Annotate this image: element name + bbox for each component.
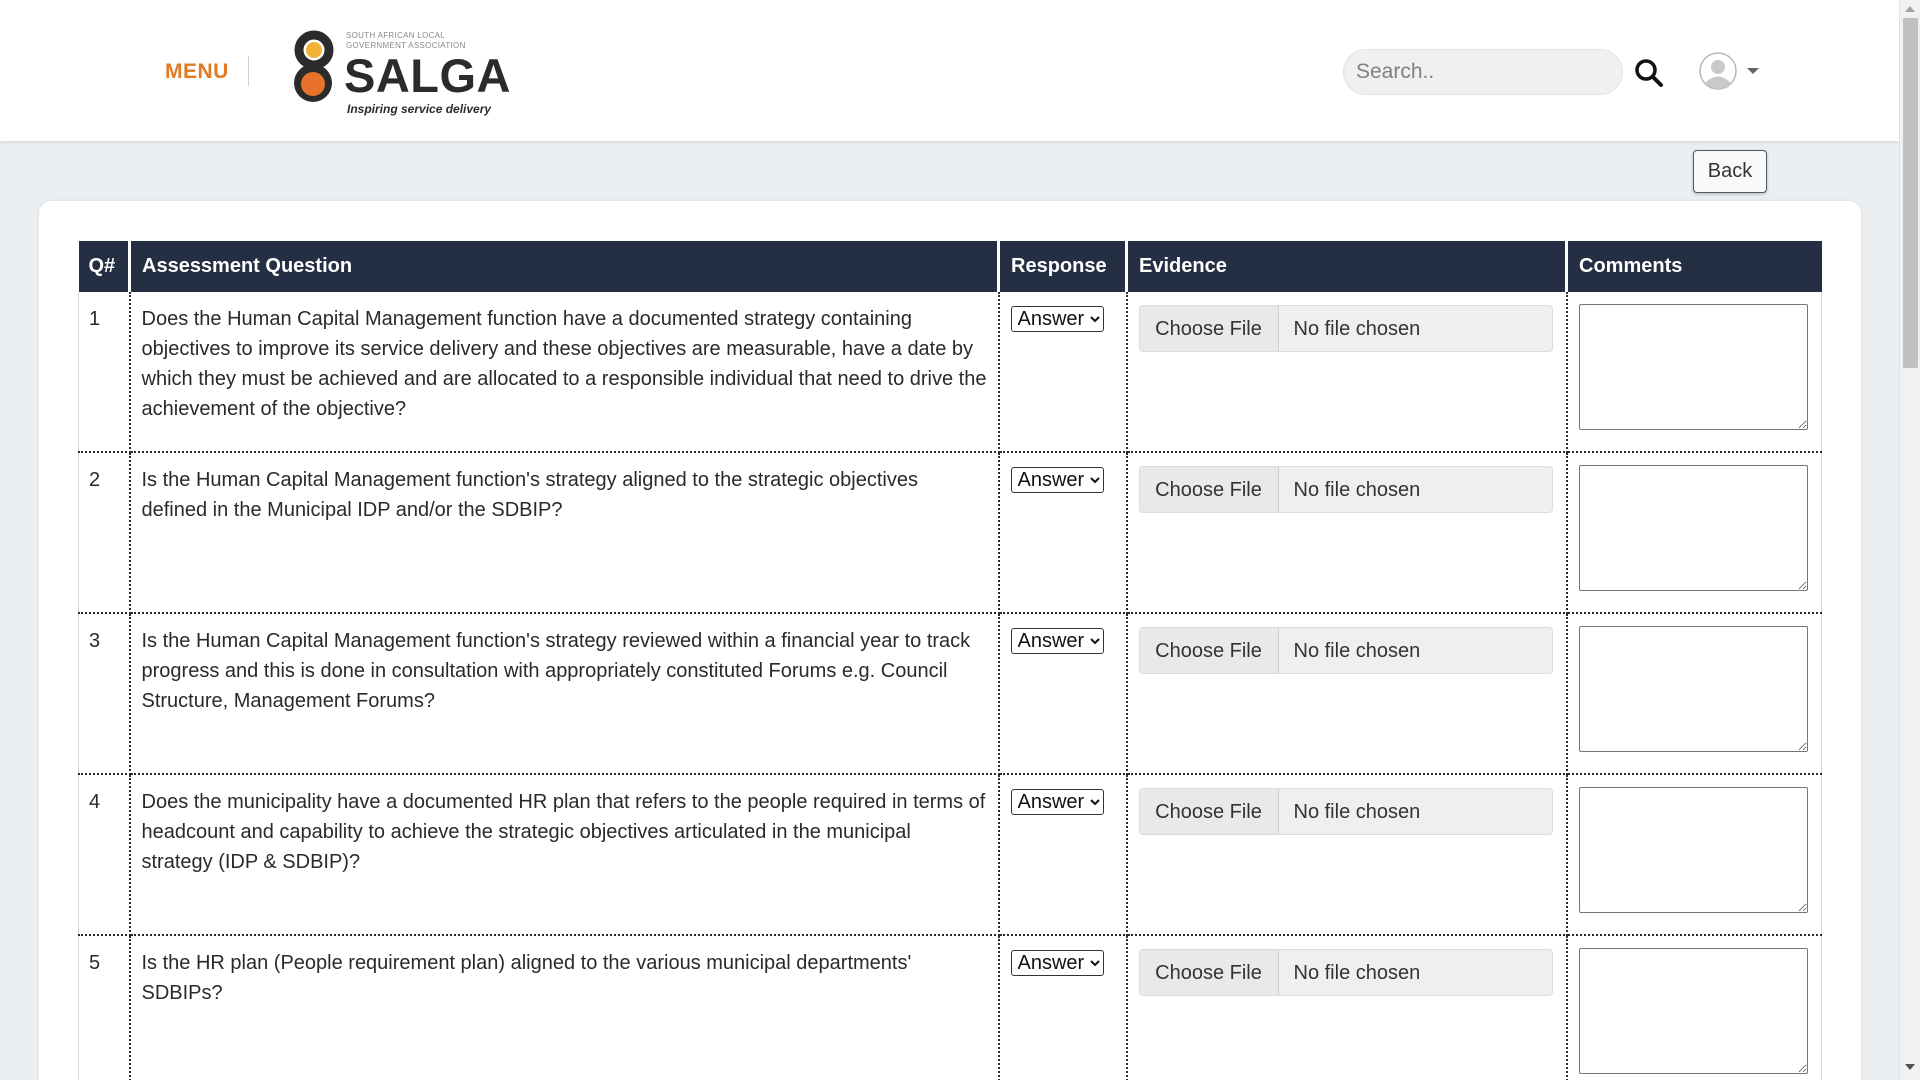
response-select[interactable]: Answer — [1010, 628, 1104, 654]
search-icon[interactable] — [1634, 58, 1664, 88]
file-status-text: No file chosen — [1293, 639, 1421, 662]
evidence-file-input[interactable]: Choose File No file chosen — [1138, 949, 1553, 996]
col-header-question: Assessment Question — [128, 241, 999, 292]
col-header-comments: Comments — [1565, 241, 1822, 292]
table-row: 2 Is the Human Capital Management functi… — [78, 452, 1822, 614]
search-input[interactable] — [1343, 49, 1623, 95]
table-row: 4 Does the municipality have a documente… — [78, 774, 1822, 936]
page-scrollbar[interactable] — [1899, 0, 1920, 1080]
caret-down-icon — [1747, 68, 1759, 74]
question-text: Is the HR plan (People requirement plan)… — [128, 935, 1000, 1080]
comment-textarea[interactable] — [1578, 626, 1808, 752]
col-header-qnum: Q# — [78, 241, 130, 292]
choose-file-button[interactable]: Choose File — [1139, 306, 1279, 351]
file-status-text: No file chosen — [1293, 961, 1421, 984]
logo-wordmark: SALGA — [344, 49, 511, 102]
question-number: 4 — [78, 774, 131, 936]
question-number: 3 — [78, 613, 131, 775]
col-header-evidence: Evidence — [1125, 241, 1567, 292]
question-number: 2 — [78, 452, 131, 614]
choose-file-button[interactable]: Choose File — [1139, 950, 1279, 995]
evidence-file-input[interactable]: Choose File No file chosen — [1138, 627, 1553, 674]
file-status-text: No file chosen — [1293, 800, 1421, 823]
question-text: Is the Human Capital Management function… — [128, 452, 1000, 614]
question-number: 1 — [78, 292, 131, 453]
question-text: Does the municipality have a documented … — [128, 774, 1000, 936]
comment-textarea[interactable] — [1578, 787, 1808, 913]
question-number: 5 — [78, 935, 131, 1080]
table-header-row: Q# Assessment Question Response Evidence… — [78, 241, 1822, 292]
response-select[interactable]: Answer — [1010, 950, 1104, 976]
comment-textarea[interactable] — [1578, 948, 1808, 1074]
question-text: Does the Human Capital Management functi… — [128, 292, 1000, 453]
choose-file-button[interactable]: Choose File — [1139, 467, 1279, 512]
salga-logo[interactable]: SOUTH AFRICAN LOCAL GOVERNMENT ASSOCIATI… — [290, 26, 511, 121]
scroll-up-arrow-icon[interactable] — [1905, 6, 1915, 12]
evidence-file-input[interactable]: Choose File No file chosen — [1138, 466, 1553, 513]
assessment-table: Q# Assessment Question Response Evidence… — [78, 241, 1822, 1080]
evidence-file-input[interactable]: Choose File No file chosen — [1138, 305, 1553, 352]
response-select[interactable]: Answer — [1010, 789, 1104, 815]
col-header-response: Response — [997, 241, 1127, 292]
logo-tagline: Inspiring service delivery — [347, 102, 492, 116]
file-status-text: No file chosen — [1293, 317, 1421, 340]
choose-file-button[interactable]: Choose File — [1139, 789, 1279, 834]
menu-link[interactable]: MENU — [165, 60, 229, 84]
salga-eight-mark-icon — [294, 30, 334, 102]
user-menu[interactable] — [1699, 52, 1763, 92]
file-status-text: No file chosen — [1293, 478, 1421, 501]
response-select[interactable]: Answer — [1010, 306, 1104, 332]
menu-divider — [248, 56, 249, 86]
user-avatar-icon — [1699, 52, 1737, 90]
question-text: Is the Human Capital Management function… — [128, 613, 1000, 775]
top-header: MENU SOUTH AFRICAN LOCAL GOVERNMENT ASSO… — [0, 0, 1899, 141]
table-row: 5 Is the HR plan (People requirement pla… — [78, 935, 1822, 1080]
comment-textarea[interactable] — [1578, 465, 1808, 591]
response-select[interactable]: Answer — [1010, 467, 1104, 493]
back-button[interactable]: Back — [1693, 150, 1767, 193]
choose-file-button[interactable]: Choose File — [1139, 628, 1279, 673]
comment-textarea[interactable] — [1578, 304, 1808, 430]
table-row: 3 Is the Human Capital Management functi… — [78, 613, 1822, 775]
scroll-thumb[interactable] — [1903, 18, 1918, 368]
evidence-file-input[interactable]: Choose File No file chosen — [1138, 788, 1553, 835]
scroll-down-arrow-icon[interactable] — [1905, 1064, 1915, 1070]
table-row: 1 Does the Human Capital Management func… — [78, 292, 1822, 453]
